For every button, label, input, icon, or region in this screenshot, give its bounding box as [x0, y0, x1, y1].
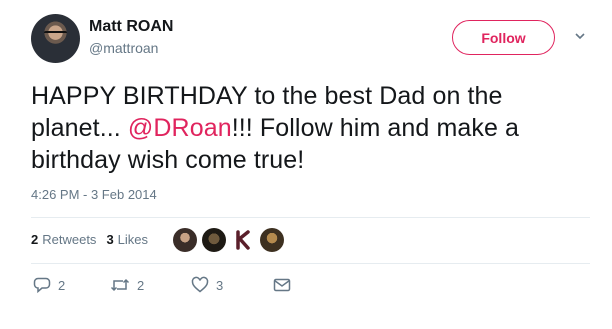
follow-button[interactable]: Follow: [452, 20, 555, 55]
retweets-stat[interactable]: 2 Retweets: [31, 232, 96, 247]
liker-avatar[interactable]: [260, 228, 284, 252]
chevron-down-icon[interactable]: [574, 30, 586, 42]
reply-action[interactable]: 2: [33, 276, 65, 294]
tweet-timestamp[interactable]: 4:26 PM - 3 Feb 2014: [31, 187, 157, 202]
follow-button-label: Follow: [481, 29, 526, 46]
user-avatar[interactable]: [31, 14, 80, 63]
likes-label: Likes: [117, 232, 149, 247]
likers-avatars: [173, 228, 289, 252]
liker-avatar[interactable]: [173, 228, 197, 252]
direct-message-action[interactable]: [273, 276, 291, 294]
mention-link[interactable]: @DRoan: [128, 114, 232, 142]
direct-message-icon: [273, 278, 291, 292]
likes-count: 3: [106, 232, 114, 247]
retweet-action[interactable]: 2: [110, 276, 144, 294]
tweet-text: HAPPY BIRTHDAY to the best Dad on the pl…: [31, 80, 591, 176]
user-display-name[interactable]: Matt ROAN: [89, 18, 173, 36]
retweet-count: 2: [137, 277, 145, 293]
reply-count: 2: [58, 277, 66, 293]
retweets-label: Retweets: [42, 232, 97, 247]
retweets-count: 2: [31, 232, 39, 247]
reply-icon: [33, 277, 51, 294]
likes-stat[interactable]: 3 Likes: [106, 232, 148, 247]
liker-avatar[interactable]: [231, 228, 255, 252]
avatar-glasses: [44, 31, 67, 39]
liker-avatar[interactable]: [202, 228, 226, 252]
like-action[interactable]: 3: [191, 276, 223, 294]
engagement-stats: 2 Retweets 3 Likes: [31, 232, 158, 247]
divider: [31, 263, 590, 264]
heart-icon: [191, 276, 209, 293]
divider: [31, 217, 590, 218]
user-handle[interactable]: @mattroan: [89, 40, 158, 56]
retweet-icon: [110, 278, 130, 292]
like-count: 3: [216, 277, 224, 293]
letter-k-logo-icon: [236, 230, 250, 250]
